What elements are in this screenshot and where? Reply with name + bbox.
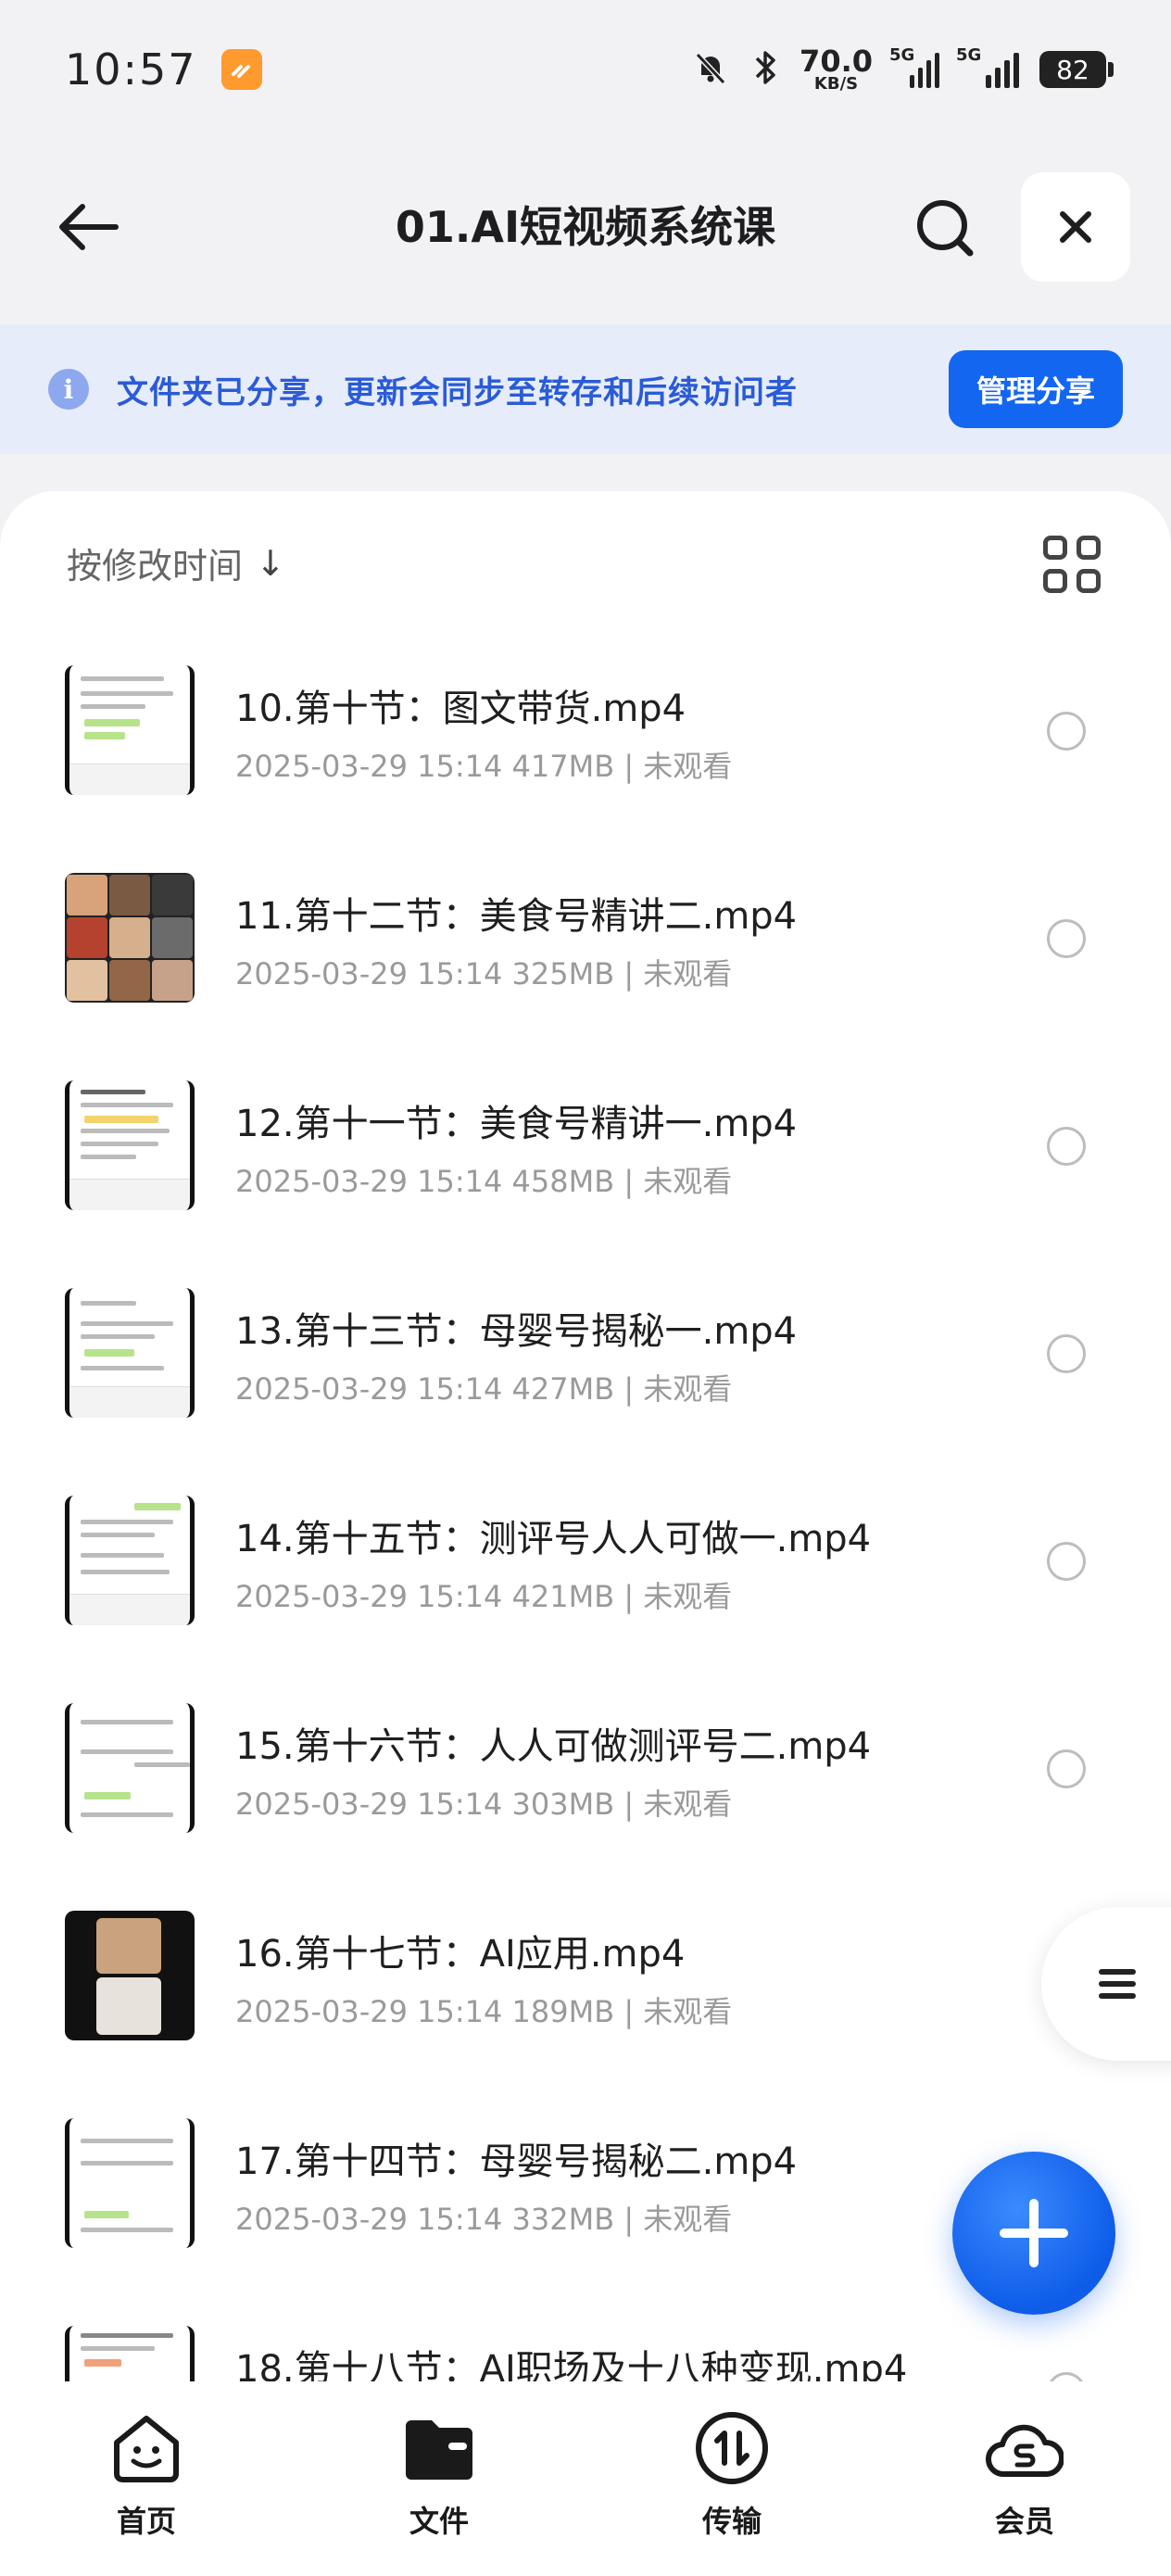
select-radio[interactable]: [1047, 1542, 1086, 1581]
sort-direction-icon: ↓: [256, 542, 285, 584]
signal-2-label: 5G: [956, 45, 982, 65]
file-meta: 2025-03-29 15:14 427MB | 未观看: [235, 1371, 733, 1407]
network-speed-unit: KB/S: [813, 74, 859, 94]
video-thumbnail: [65, 2118, 195, 2248]
video-thumbnail: [65, 873, 195, 1003]
add-button[interactable]: [952, 2152, 1115, 2315]
file-row[interactable]: 12.第十一节：美食号精讲一.mp4 2025-03-29 15:14 458M…: [0, 1045, 1171, 1253]
video-thumbnail: [65, 665, 195, 795]
video-thumbnail: [65, 1911, 195, 2040]
sort-label: 按修改时间: [67, 546, 244, 587]
close-icon: [1060, 211, 1091, 243]
nav-item-transfer[interactable]: 传输: [639, 2409, 825, 2541]
share-banner: i 文件夹已分享，更新会同步至转存和后续访问者 管理分享: [0, 324, 1171, 454]
select-radio[interactable]: [1047, 1749, 1086, 1788]
signal-1-label: 5G: [889, 45, 915, 65]
select-radio[interactable]: [1047, 712, 1086, 751]
mute-bell-icon: [690, 47, 731, 92]
search-button[interactable]: [908, 191, 982, 265]
nav-item-home[interactable]: 首页: [54, 2409, 239, 2541]
menu-icon: [1099, 1963, 1136, 2005]
file-list: 10.第十节：图文带货.mp4 2025-03-29 15:14 417MB |…: [0, 630, 1171, 2391]
share-banner-text: 文件夹已分享，更新会同步至转存和后续访问者: [117, 373, 798, 411]
grid-view-button[interactable]: [1043, 536, 1102, 595]
file-meta: 2025-03-29 15:14 458MB | 未观看: [235, 1164, 733, 1199]
video-thumbnail: [65, 1080, 195, 1210]
file-name: 16.第十七节：AI应用.mp4: [235, 1933, 686, 1976]
close-button[interactable]: [1021, 172, 1130, 282]
manage-share-button[interactable]: 管理分享: [948, 350, 1123, 428]
file-name: 11.第十二节：美食号精讲二.mp4: [235, 895, 798, 938]
nav-label-vip: 会员: [994, 2504, 1054, 2539]
sort-control[interactable]: 按修改时间 ↓: [67, 537, 285, 588]
file-row[interactable]: 18.第十八节：AI职场及十八种变现.mp4: [0, 2291, 1171, 2391]
file-name: 13.第十三节：母婴号揭秘一.mp4: [235, 1310, 798, 1353]
file-meta: 2025-03-29 15:14 189MB | 未观看: [235, 1994, 733, 2029]
file-name: 10.第十节：图文带货.mp4: [235, 688, 686, 730]
bluetooth-icon: [751, 47, 779, 92]
status-time: 10:57: [65, 44, 197, 95]
file-name: 17.第十四节：母婴号揭秘二.mp4: [235, 2140, 798, 2183]
signal-strength-1: 5G: [889, 45, 939, 88]
grid-view-icon: [1043, 536, 1067, 560]
file-row[interactable]: 14.第十五节：测评号人人可做一.mp4 2025-03-29 15:14 42…: [0, 1460, 1171, 1668]
nav-label-transfer: 传输: [701, 2504, 762, 2539]
file-row[interactable]: 15.第十六节：人人可做测评号二.mp4 2025-03-29 15:14 30…: [0, 1668, 1171, 1875]
info-icon: i: [48, 369, 89, 410]
bottom-nav: 首页 文件 传输 会员: [0, 2381, 1171, 2576]
file-name: 12.第十一节：美食号精讲一.mp4: [235, 1103, 798, 1145]
signal-strength-2: 5G: [956, 45, 1019, 88]
file-meta: 2025-03-29 15:14 303MB | 未观看: [235, 1787, 733, 1822]
vip-cloud-icon: [986, 2424, 1064, 2478]
file-row[interactable]: 11.第十二节：美食号精讲二.mp4 2025-03-29 15:14 325M…: [0, 838, 1171, 1045]
file-name: 14.第十五节：测评号人人可做一.mp4: [235, 1518, 872, 1560]
home-icon: [114, 2416, 179, 2482]
nav-item-vip[interactable]: 会员: [932, 2409, 1117, 2541]
transfer-icon: [696, 2412, 768, 2484]
nav-label-files: 文件: [409, 2504, 469, 2539]
file-meta: 2025-03-29 15:14 417MB | 未观看: [235, 749, 733, 784]
network-speed: 70.0 KB/S: [800, 46, 873, 93]
file-name: 15.第十六节：人人可做测评号二.mp4: [235, 1725, 872, 1768]
network-speed-value: 70.0: [800, 44, 873, 79]
search-icon: [917, 200, 974, 257]
file-row[interactable]: 10.第十节：图文带货.mp4 2025-03-29 15:14 417MB |…: [0, 630, 1171, 838]
file-list-panel: 按修改时间 ↓ 10.第十节：图文带货.mp4 2025-03-29 15:14…: [0, 491, 1171, 2391]
status-bar: 10:57 70.0 KB/S 5G 5G 82: [0, 0, 1171, 139]
file-row[interactable]: 13.第十三节：母婴号揭秘一.mp4 2025-03-29 15:14 427M…: [0, 1253, 1171, 1460]
plus-icon: [1000, 2199, 1068, 2267]
nav-item-files[interactable]: 文件: [346, 2409, 532, 2541]
folder-icon: [406, 2420, 472, 2480]
nav-label-home: 首页: [116, 2504, 176, 2539]
video-thumbnail: [65, 1496, 195, 1625]
file-meta: 2025-03-29 15:14 332MB | 未观看: [235, 2202, 733, 2237]
file-row[interactable]: 16.第十七节：AI应用.mp4 2025-03-29 15:14 189MB …: [0, 1875, 1171, 2083]
file-meta: 2025-03-29 15:14 421MB | 未观看: [235, 1579, 733, 1614]
select-radio[interactable]: [1047, 919, 1086, 958]
app-notification-icon: [220, 49, 262, 90]
select-radio[interactable]: [1047, 1127, 1086, 1166]
video-thumbnail: [65, 1288, 195, 1418]
select-radio[interactable]: [1047, 1334, 1086, 1373]
file-meta: 2025-03-29 15:14 325MB | 未观看: [235, 956, 733, 991]
page-title: 01.AI短视频系统课: [395, 202, 776, 252]
video-thumbnail: [65, 1703, 195, 1833]
top-header: 01.AI短视频系统课: [0, 158, 1171, 297]
battery-indicator: 82: [1039, 51, 1114, 88]
